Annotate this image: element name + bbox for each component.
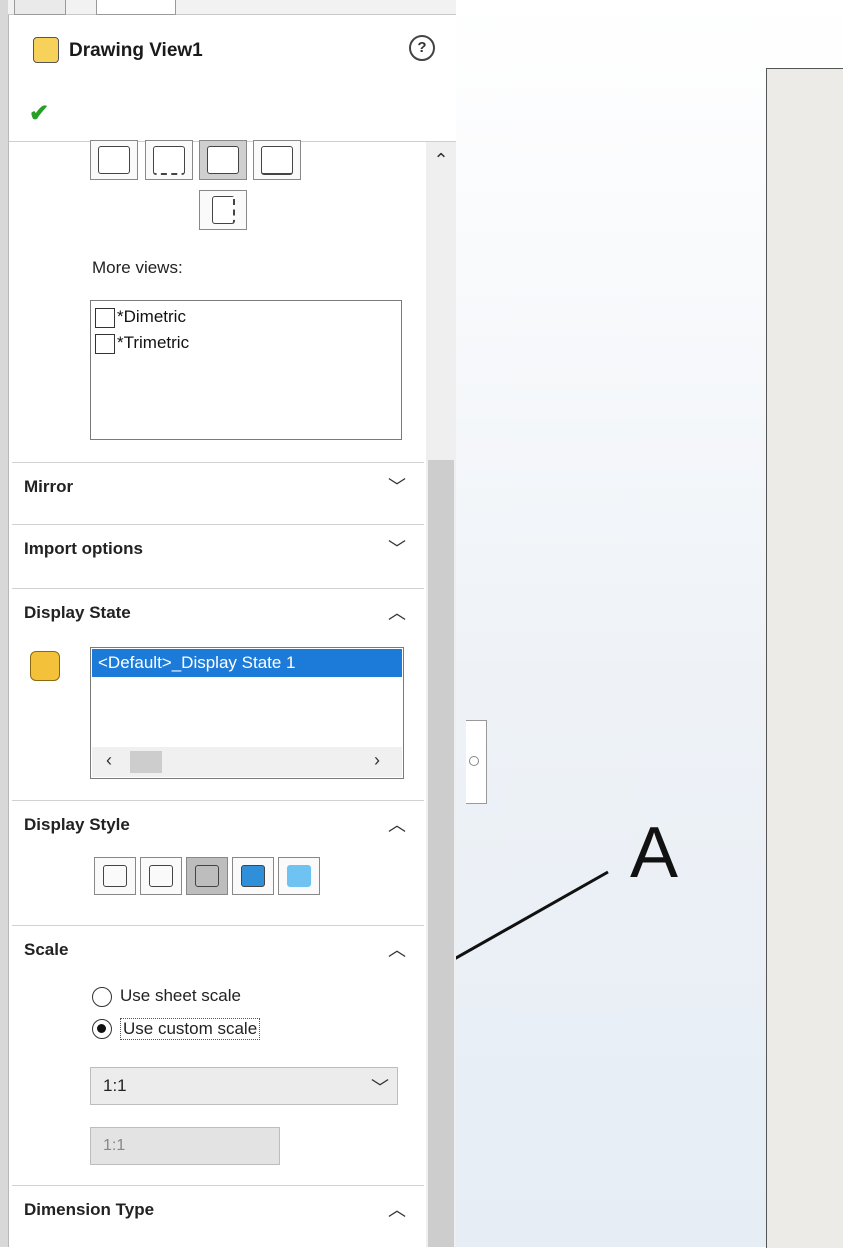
more-views-label: More views: [92, 258, 183, 277]
section-title: Import options [24, 539, 143, 558]
section-display-state: Display State ︿ <Default>_Display State … [12, 588, 424, 799]
chevron-up-icon[interactable]: ︿ [388, 1196, 406, 1222]
hidden-lines-visible-button[interactable] [140, 857, 182, 895]
chevron-down-icon[interactable]: ﹀ [388, 535, 406, 561]
section-title: Scale [24, 940, 69, 959]
shaded-button[interactable] [278, 857, 320, 895]
tab-property-manager[interactable] [96, 0, 176, 15]
drawing-sheet[interactable] [766, 68, 843, 1248]
checkbox[interactable] [95, 333, 115, 354]
section-mirror[interactable]: Mirror ﹀ [12, 462, 424, 525]
display-state-icon [30, 651, 60, 681]
section-title: Dimension Type [24, 1200, 155, 1219]
hidden-lines-removed-button[interactable] [186, 857, 228, 895]
panel-tabstrip [8, 0, 464, 15]
use-sheet-scale-radio[interactable] [92, 987, 112, 1007]
scroll-up-icon[interactable]: ⌃ [432, 150, 450, 170]
section-import-options[interactable]: Import options ﹀ [12, 524, 424, 587]
section-title: Display State [24, 603, 131, 622]
wireframe-button[interactable] [94, 857, 136, 895]
check-icon[interactable]: ✔ [29, 99, 49, 128]
panel-edge [0, 0, 9, 1247]
more-views-list[interactable]: *Dimetric *Trimetric [90, 300, 402, 440]
annotation-label: A [630, 813, 679, 893]
use-sheet-scale-label[interactable]: Use sheet scale [120, 986, 241, 1006]
view-front-button[interactable] [90, 140, 138, 180]
list-item[interactable]: *Trimetric [91, 333, 189, 354]
checkbox[interactable] [95, 307, 115, 328]
section-title: Mirror [24, 477, 74, 496]
chevron-down-icon[interactable]: ﹀ [371, 1074, 389, 1100]
panel-scrollbar[interactable]: ⌃ [426, 142, 456, 1247]
panel-header: Drawing View1 ? ✔ [9, 15, 461, 142]
custom-scale-field: 1:1 [90, 1127, 280, 1165]
view-bottom-button[interactable] [253, 140, 301, 180]
chevron-up-icon[interactable]: ︿ [388, 936, 406, 962]
scroll-thumb[interactable] [130, 751, 162, 773]
page-title: Drawing View1 [69, 40, 203, 61]
list-item[interactable]: *Dimetric [91, 307, 186, 328]
horizontal-scrollbar[interactable]: ‹ › [92, 747, 402, 777]
help-icon[interactable]: ? [409, 35, 435, 61]
section-dimension-type: Dimension Type ︿ [12, 1185, 424, 1248]
view-top-button[interactable] [145, 140, 193, 180]
view-left-button[interactable] [199, 190, 247, 230]
tab-feature-manager[interactable] [14, 0, 66, 15]
scale-dropdown[interactable]: 1:1 ﹀ [90, 1067, 398, 1105]
custom-scale-value: 1:1 [103, 1137, 126, 1154]
property-manager-panel: Drawing View1 ? ✔ ⌃ More views: *Dimetri… [0, 0, 464, 1248]
list-item[interactable]: <Default>_Display State 1 [92, 649, 402, 677]
scroll-thumb[interactable] [428, 460, 454, 1247]
chevron-right-icon[interactable]: › [374, 750, 380, 771]
chevron-up-icon[interactable]: ︿ [388, 811, 406, 837]
drawing-canvas[interactable]: A [456, 0, 843, 1248]
shaded-with-edges-button[interactable] [232, 857, 274, 895]
display-state-list[interactable]: <Default>_Display State 1 ‹ › [90, 647, 404, 779]
chevron-up-icon[interactable]: ︿ [388, 599, 406, 625]
chevron-down-icon[interactable]: ﹀ [388, 473, 406, 499]
view-right-button[interactable] [199, 140, 247, 180]
scale-dropdown-value: 1:1 [103, 1076, 127, 1095]
panel-collapse-handle[interactable] [466, 720, 487, 804]
use-custom-scale-label[interactable]: Use custom scale [120, 1018, 261, 1040]
use-custom-scale-radio[interactable] [92, 1019, 112, 1039]
section-title: Display Style [24, 815, 130, 834]
drawing-view-icon [33, 37, 59, 63]
chevron-left-icon[interactable]: ‹ [106, 750, 112, 771]
